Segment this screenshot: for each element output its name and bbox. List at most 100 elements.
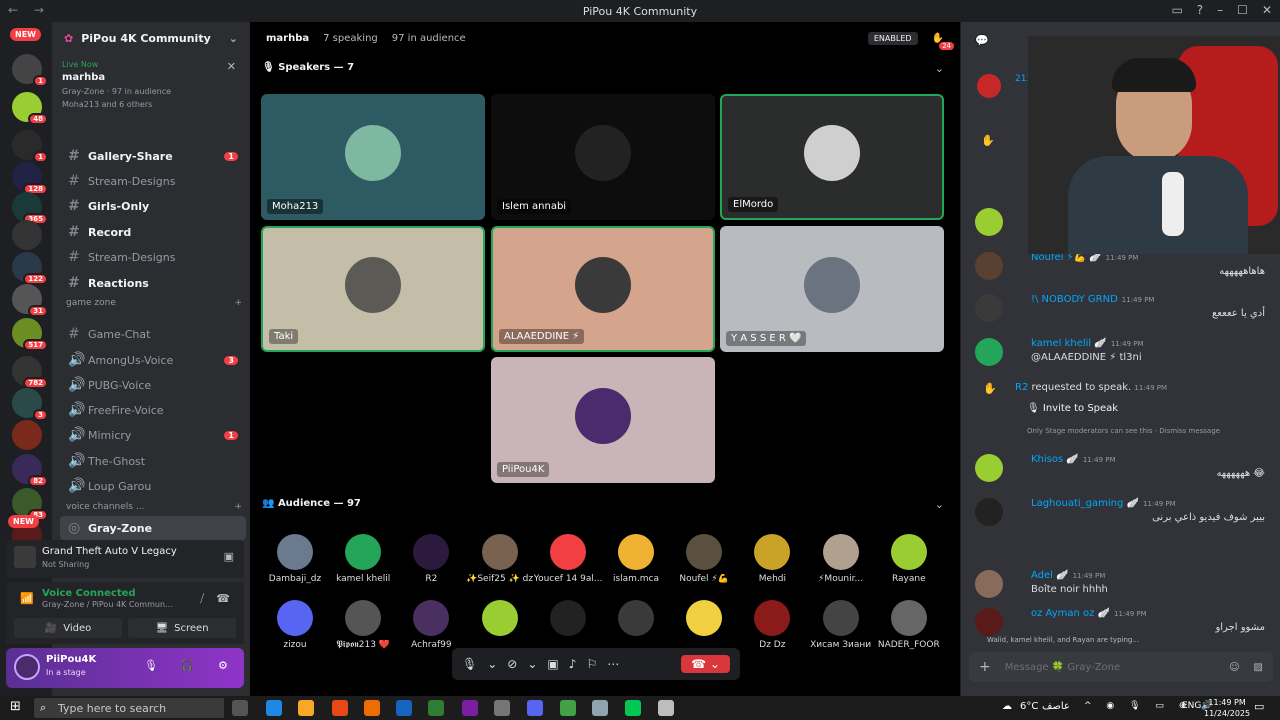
- channel-item[interactable]: # Stream-Designs: [60, 245, 246, 269]
- avatar[interactable]: [975, 454, 1003, 482]
- nav-arrows[interactable]: ← →: [8, 3, 50, 17]
- server-icon[interactable]: 3: [12, 388, 48, 421]
- speaker-tile[interactable]: PiiPou4K: [491, 357, 715, 483]
- enabled-badge[interactable]: ENABLED: [867, 31, 918, 45]
- chevron-down-icon[interactable]: ⌄: [229, 32, 238, 45]
- video-button[interactable]: 🎥 Video: [14, 618, 122, 638]
- soundboard-icon[interactable]: ♪: [569, 657, 577, 671]
- app-icon[interactable]: [592, 700, 608, 716]
- headphones-icon[interactable]: 🎧: [180, 659, 194, 672]
- gear-icon[interactable]: ⚙: [218, 659, 228, 672]
- close-button[interactable]: ✕: [1262, 3, 1272, 17]
- image-icon[interactable]: ▨: [1254, 662, 1263, 673]
- audience-member[interactable]: ⚡Mounir...: [807, 534, 875, 584]
- message-author[interactable]: Laghouati_gaming 🪽 11:49 PM: [1031, 498, 1176, 509]
- avatar[interactable]: [975, 498, 1003, 526]
- discord-icon[interactable]: [527, 700, 543, 716]
- audience-member[interactable]: R2: [397, 534, 465, 584]
- server-icon[interactable]: 782: [12, 356, 48, 389]
- server-icon[interactable]: 82: [12, 454, 48, 487]
- chevron-down-icon[interactable]: ⌄: [935, 62, 944, 75]
- active-voice-channel[interactable]: ◎ Gray-Zone: [60, 516, 246, 540]
- file-explorer-icon[interactable]: [298, 700, 314, 716]
- leave-button[interactable]: ☎ ⌄: [681, 655, 730, 673]
- signal-icon[interactable]: 📶: [20, 592, 34, 605]
- app-icon[interactable]: [560, 700, 576, 716]
- weather-icon[interactable]: ☁: [1002, 701, 1012, 712]
- server-icon[interactable]: 1: [12, 130, 48, 163]
- notification-icon[interactable]: ▭: [1254, 700, 1264, 713]
- chevron-down-icon[interactable]: ⌄: [935, 498, 944, 511]
- invite-to-speak-button[interactable]: 🎙 Invite to Speak: [1027, 403, 1118, 414]
- task-view-icon[interactable]: [232, 700, 248, 716]
- audience-member[interactable]: Achraf99: [397, 600, 465, 650]
- app-icon[interactable]: [266, 700, 282, 716]
- message-author[interactable]: !\ NOBODY GRND 11:49 PM: [1031, 294, 1154, 305]
- activities-icon[interactable]: ⚐: [586, 657, 597, 671]
- camera-off-icon[interactable]: ⊘: [507, 657, 517, 671]
- speaker-tile[interactable]: Islem annabi: [491, 94, 715, 220]
- channel-item[interactable]: # Gallery-Share 1: [60, 144, 246, 168]
- screen-share-icon[interactable]: ▣: [224, 550, 234, 563]
- avatar[interactable]: [975, 208, 1003, 236]
- app-icon[interactable]: [658, 700, 674, 716]
- server-icon[interactable]: 365: [12, 192, 48, 225]
- speaker-tile[interactable]: Y A S S E R 🤍: [720, 226, 944, 352]
- server-icon[interactable]: 1: [12, 54, 48, 87]
- channel-item[interactable]: 🔊 PUBG-Voice: [60, 373, 246, 397]
- server-icon[interactable]: 517: [12, 318, 48, 351]
- steam-icon[interactable]: [396, 700, 412, 716]
- emoji-icon[interactable]: ☺: [1229, 662, 1239, 673]
- channel-item[interactable]: 🔊 Mimicry 1: [60, 423, 246, 447]
- inbox-icon[interactable]: ▭: [1171, 3, 1182, 17]
- moderator-note[interactable]: Only Stage moderators can see this · Dis…: [1027, 427, 1220, 435]
- audience-member[interactable]: Dambaji_dz: [261, 534, 329, 584]
- settings-icon[interactable]: [494, 700, 510, 716]
- mic-icon[interactable]: 🎙: [462, 657, 477, 671]
- more-icon[interactable]: ⋯: [607, 657, 619, 671]
- audience-member[interactable]: Rayane: [875, 534, 943, 584]
- live-stage-card[interactable]: Live Now marhba Gray-Zone · 97 in audien…: [62, 60, 242, 109]
- speaker-tile[interactable]: ElMordo: [720, 94, 944, 220]
- app-icon[interactable]: [364, 700, 380, 716]
- audience-member[interactable]: kamel khelil: [329, 534, 397, 584]
- avatar[interactable]: [14, 654, 40, 680]
- avatar[interactable]: [975, 570, 1003, 598]
- help-icon[interactable]: ?: [1197, 3, 1203, 17]
- server-icon[interactable]: 128: [12, 162, 48, 195]
- speaker-tile[interactable]: Moha213: [261, 94, 485, 220]
- server-header[interactable]: ✿ PiPou 4K Community ⌄: [52, 22, 250, 54]
- screen-share-icon[interactable]: ▣: [547, 657, 558, 671]
- audience-member[interactable]: Youcef 14 9al...: [534, 534, 602, 584]
- mic-icon[interactable]: 🎙: [144, 659, 158, 672]
- server-icon[interactable]: 48: [12, 92, 48, 125]
- audience-member[interactable]: [602, 600, 670, 640]
- avatar[interactable]: [975, 252, 1003, 280]
- close-icon[interactable]: ✕: [227, 60, 236, 73]
- audience-member[interactable]: [466, 600, 534, 640]
- message-author[interactable]: kamel khelil 🪽 11:49 PM: [1031, 338, 1144, 349]
- maximize-button[interactable]: ☐: [1237, 3, 1248, 17]
- channel-item[interactable]: 🔊 The-Ghost: [60, 449, 246, 473]
- temperature[interactable]: 6°C: [1020, 701, 1038, 712]
- language-indicator[interactable]: ENG: [1182, 701, 1201, 711]
- chevron-down-icon[interactable]: ⌄: [487, 657, 497, 671]
- audience-member[interactable]: Noufel ⚡💪: [670, 534, 738, 584]
- avatar[interactable]: [975, 294, 1003, 322]
- add-icon[interactable]: +: [979, 659, 991, 675]
- audience-member[interactable]: zizou: [261, 600, 329, 650]
- category-game-zone[interactable]: game zone +: [66, 298, 242, 308]
- avatar[interactable]: [975, 338, 1003, 366]
- browser-icon[interactable]: [332, 700, 348, 716]
- minimize-button[interactable]: –: [1217, 3, 1223, 17]
- message-author[interactable]: Adel 🪽 11:49 PM: [1031, 570, 1105, 581]
- app-icon[interactable]: [462, 700, 478, 716]
- channel-item[interactable]: # Reactions: [60, 271, 246, 295]
- avatar[interactable]: [975, 608, 1003, 636]
- audience-member[interactable]: NADER_FOOR: [875, 600, 943, 650]
- chat-header-icon[interactable]: 💬: [975, 34, 989, 47]
- windows-start-icon[interactable]: ⊞: [10, 699, 21, 714]
- channel-item[interactable]: # Girls-Only: [60, 194, 246, 218]
- category-voice-channels[interactable]: voice channels ... +: [66, 502, 242, 512]
- audience-member[interactable]: 𝕻𝖎𝖕𝖔𝖚213 ❤️: [329, 600, 397, 650]
